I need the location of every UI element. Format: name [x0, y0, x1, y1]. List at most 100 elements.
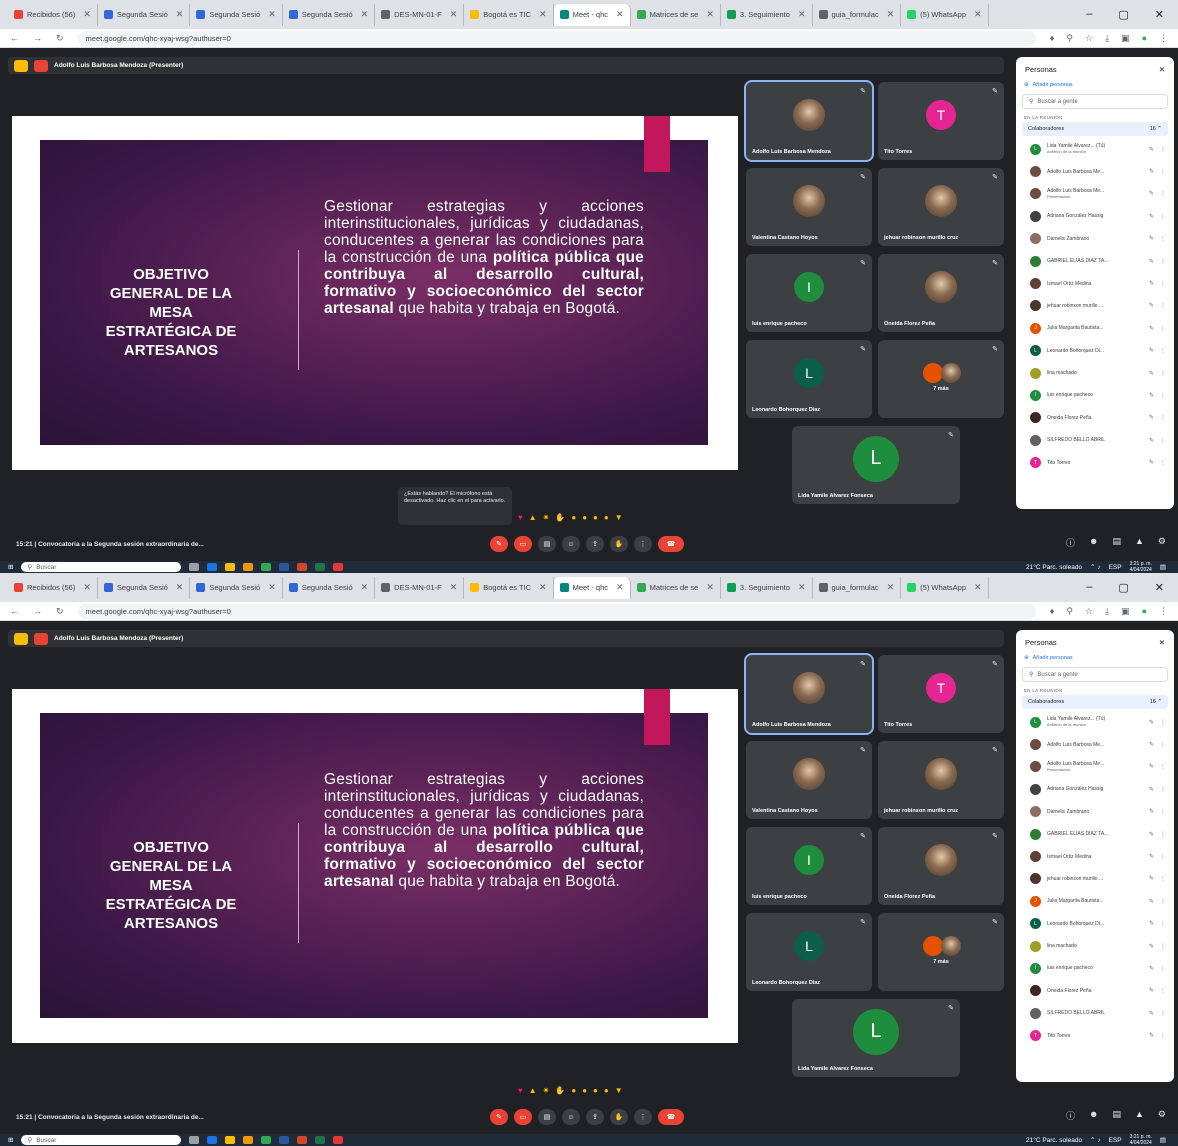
notifications-icon[interactable]: ▤ [1160, 563, 1166, 571]
browser-tab[interactable]: guia_formulac ✕ [813, 3, 902, 26]
tab-close-icon[interactable]: ✕ [974, 582, 982, 593]
participant-row[interactable]: Iluis enrique pacheco ✎ ⋮ [1016, 384, 1174, 406]
browser-tab[interactable]: DES-MN-01-F ✕ [375, 3, 465, 26]
participant-tile[interactable]: ✎ Valentina Castano Hoyos [746, 741, 872, 819]
activities-icon[interactable]: ▲ [1135, 1109, 1144, 1122]
tab-close-icon[interactable]: ✕ [616, 9, 624, 20]
participant-menu-icon[interactable]: ⋮ [1160, 786, 1166, 793]
participant-row[interactable]: Adolfo Luis Barbosa Me... ✎ ⋮ [1016, 733, 1174, 755]
chat-icon[interactable]: ▤ [1112, 1109, 1121, 1122]
captions-button[interactable]: ▤ [538, 1109, 556, 1125]
browser-tab[interactable]: (5) WhatsApp ✕ [901, 576, 989, 599]
record-icon[interactable] [34, 632, 48, 645]
participant-row[interactable]: T Tito Torres ✎ ⋮ [1016, 1024, 1174, 1046]
url-input[interactable]: meet.google.com/qhc-xyaj-wsg?authuser=0 [77, 603, 1036, 619]
participant-row[interactable]: Adolfo Luis Barbosa Me... ✎ ⋮ [1016, 160, 1174, 182]
present-icon[interactable] [14, 59, 28, 72]
thumbs-up-icon[interactable]: ▲ [529, 1086, 537, 1095]
thumbs-down-icon[interactable]: ▼ [615, 1086, 623, 1095]
word-icon[interactable] [279, 563, 290, 571]
add-people-button[interactable]: ⊕ Añadir personas [1024, 82, 1166, 88]
browser-tab[interactable]: Matrices de se ✕ [631, 3, 721, 26]
collaborators-group[interactable]: Colaboradores 16 ⌃ [1022, 695, 1168, 709]
camera-toggle-button[interactable]: ▭ [514, 536, 532, 552]
participant-menu-icon[interactable]: ⋮ [1160, 831, 1166, 838]
zoom-icon[interactable]: ⚲ [1066, 606, 1073, 617]
participant-tile[interactable]: ✎ Oneida Florez Peña [878, 827, 1004, 905]
participant-row[interactable]: jehuar robinson murillo ... ✎ ⋮ [1016, 295, 1174, 317]
thumbs-down-icon[interactable]: ▼ [615, 513, 623, 522]
browser-tab[interactable]: (5) WhatsApp ✕ [901, 3, 989, 26]
participant-tile[interactable]: I ✎ luis enrique pacheco [746, 827, 872, 905]
participant-row[interactable]: lina machado ✎ ⋮ [1016, 362, 1174, 384]
leave-call-button[interactable]: ☎ [658, 1109, 684, 1125]
clock[interactable]: 3:21 p. m. 4/04/2024 [1130, 561, 1152, 573]
language[interactable]: ESP [1109, 1137, 1122, 1144]
acrobat-icon[interactable] [333, 1136, 344, 1144]
activities-icon[interactable]: ▲ [1135, 536, 1144, 549]
mic-icon[interactable]: ♦ [1050, 33, 1055, 44]
tile-self[interactable]: L ✎ Lida Yamile Alvarez Fonseca [792, 426, 960, 504]
browser-tab[interactable]: Segunda Sesió ✕ [190, 576, 283, 599]
present-icon[interactable] [14, 632, 28, 645]
forward-icon[interactable]: → [33, 33, 42, 43]
participant-row[interactable]: L Leonardo Bohorquez Di... ✎ ⋮ [1016, 913, 1174, 935]
participant-row[interactable]: Oneida Florez Peña ✎ ⋮ [1016, 980, 1174, 1002]
participant-menu-icon[interactable]: ⋮ [1160, 808, 1166, 815]
host-controls-icon[interactable]: ⚙ [1158, 1109, 1166, 1122]
participant-row[interactable]: Damelis Zambrano ✎ ⋮ [1016, 228, 1174, 250]
language[interactable]: ESP [1109, 564, 1122, 571]
participant-tile[interactable]: ✎ 7 más [878, 913, 1004, 991]
star-icon[interactable]: ☆ [1085, 606, 1093, 617]
tab-close-icon[interactable]: ✕ [798, 9, 806, 20]
participant-tile[interactable]: T ✎ Tito Torres [878, 655, 1004, 733]
excel-icon[interactable] [315, 563, 326, 571]
captions-button[interactable]: ▤ [538, 536, 556, 552]
tab-close-icon[interactable]: ✕ [706, 582, 714, 593]
participant-row[interactable]: jehuar robinson murillo ... ✎ ⋮ [1016, 868, 1174, 890]
maximize-icon[interactable]: ▢ [1118, 8, 1128, 21]
thinking-icon[interactable]: ● [604, 513, 609, 522]
maximize-icon[interactable]: ▢ [1118, 581, 1128, 594]
participant-row[interactable]: Adolfo Luis Barbosa Me... Presentación ✎ ⋮ [1016, 756, 1174, 778]
info-icon[interactable]: ⓘ [1066, 1109, 1075, 1122]
mic-toggle-button[interactable]: ✎ [490, 1109, 508, 1125]
surprise-icon[interactable]: ● [582, 513, 587, 522]
task-view-icon[interactable] [189, 563, 200, 571]
participant-tile[interactable]: ✎ jehuar robinson murillo cruz [878, 741, 1004, 819]
browser-tab[interactable]: Bogotá es TIC ✕ [464, 3, 554, 26]
store-icon[interactable] [261, 1136, 272, 1144]
tab-close-icon[interactable]: ✕ [450, 582, 458, 593]
minimize-icon[interactable]: – [1086, 581, 1092, 594]
explorer-icon[interactable] [243, 563, 254, 571]
more-options-button[interactable]: ⋮ [634, 536, 652, 552]
browser-tab[interactable]: Recibidos (56) ✕ [8, 576, 98, 599]
participant-row[interactable]: L Lida Yamile Alvarez... (Tú) Anfitrión de… [1016, 711, 1174, 733]
participant-row[interactable]: Adriana González Hassig ✎ ⋮ [1016, 205, 1174, 227]
people-icon[interactable]: ☻ [1089, 536, 1098, 549]
record-icon[interactable] [34, 59, 48, 72]
tray-icons[interactable]: ⌃ ♪ [1090, 1136, 1101, 1144]
party-icon[interactable]: ✷ [543, 1086, 550, 1095]
browser-tab[interactable]: Segunda Sesió ✕ [98, 576, 191, 599]
weather[interactable]: 21°C Parc. soleado [1026, 564, 1082, 571]
participant-menu-icon[interactable]: ⋮ [1160, 280, 1166, 287]
tab-close-icon[interactable]: ✕ [798, 582, 806, 593]
taskbar-search[interactable]: ⚲ Buscar [21, 1135, 182, 1145]
participant-row[interactable]: SILFREDO BELLO ABRIL ✎ ⋮ [1016, 429, 1174, 451]
browser-tab[interactable]: Meet - qhc ✕ [553, 3, 631, 26]
participant-tile[interactable]: ✎ Adolfo Luis Barbosa Mendoza [744, 80, 874, 162]
leave-call-button[interactable]: ☎ [658, 536, 684, 552]
menu-icon[interactable]: ⋮ [1159, 33, 1168, 44]
participant-menu-icon[interactable]: ⋮ [1160, 763, 1166, 770]
windows-start-icon[interactable]: ⊞ [8, 563, 13, 571]
tab-close-icon[interactable]: ✕ [450, 9, 458, 20]
participant-row[interactable]: L Leonardo Bohorquez Di... ✎ ⋮ [1016, 340, 1174, 362]
participant-menu-icon[interactable]: ⋮ [1160, 302, 1166, 309]
collaborators-group[interactable]: Colaboradores 16 ⌃ [1022, 122, 1168, 136]
participant-menu-icon[interactable]: ⋮ [1160, 965, 1166, 972]
profile-icon[interactable]: ● [1142, 33, 1147, 44]
minimize-icon[interactable]: – [1086, 8, 1092, 21]
heart-icon[interactable]: ♥ [518, 1086, 523, 1095]
zoom-icon[interactable]: ⚲ [1066, 33, 1073, 44]
